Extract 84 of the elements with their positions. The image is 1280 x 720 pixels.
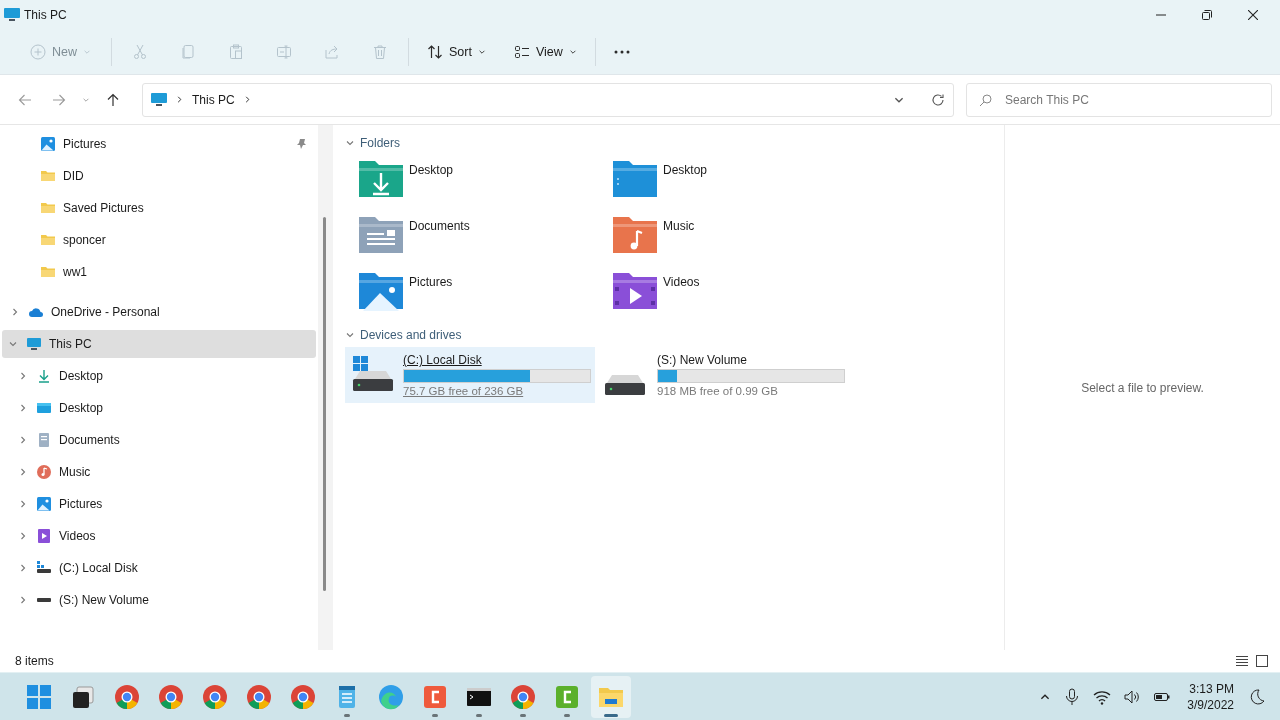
start-icon bbox=[25, 682, 53, 711]
folder-icon bbox=[40, 232, 56, 248]
pictures-icon bbox=[36, 496, 52, 512]
browser-icon bbox=[157, 682, 185, 711]
drive-space-text: 918 MB free of 0.99 GB bbox=[657, 385, 779, 397]
drive-icon bbox=[605, 375, 645, 395]
pictures-folder-icon bbox=[357, 271, 405, 311]
window-title: This PC bbox=[24, 8, 68, 22]
desktop-icon bbox=[36, 400, 52, 416]
tree-item[interactable]: Pictures bbox=[4, 488, 316, 520]
drive-tile[interactable]: (S:) New Volume 918 MB free of 0.99 GB bbox=[599, 347, 849, 403]
browser-icon bbox=[201, 682, 229, 711]
tree-item[interactable]: (S:) New Volume bbox=[4, 584, 316, 616]
moon-icon bbox=[1248, 687, 1266, 706]
caret-icon bbox=[477, 48, 486, 56]
tree-item[interactable]: OneDrive - Personal bbox=[4, 296, 316, 328]
section-header[interactable]: Folders bbox=[345, 131, 1004, 155]
browser-icon bbox=[245, 682, 273, 711]
folder-item[interactable]: Pictures bbox=[357, 267, 611, 323]
tree-item[interactable]: sponcer bbox=[4, 224, 316, 256]
list-icon bbox=[1235, 654, 1249, 668]
download-icon bbox=[36, 368, 52, 384]
forward-icon bbox=[52, 92, 66, 107]
close-icon bbox=[1248, 10, 1258, 20]
chevron-icon bbox=[175, 95, 184, 104]
drive-tile[interactable]: (C:) Local Disk 75.7 GB free of 236 GB bbox=[345, 347, 595, 403]
computer-icon bbox=[26, 336, 42, 352]
tree-item[interactable]: Desktop bbox=[4, 360, 316, 392]
pin-icon bbox=[296, 138, 308, 150]
chevron-icon bbox=[345, 330, 355, 340]
edge-icon bbox=[377, 682, 405, 711]
tree-item[interactable]: Saved Pictures bbox=[4, 192, 316, 224]
drive-icon bbox=[37, 598, 51, 602]
browser-icon bbox=[509, 682, 537, 711]
tree-item[interactable]: This PC bbox=[2, 330, 316, 358]
folder-icon bbox=[40, 200, 56, 216]
folder-item[interactable]: Desktop bbox=[611, 155, 865, 211]
caret-icon bbox=[83, 48, 91, 56]
caret-icon bbox=[568, 48, 577, 56]
back-icon bbox=[18, 92, 32, 107]
folder-item[interactable]: Videos bbox=[611, 267, 865, 323]
search-icon bbox=[979, 93, 992, 107]
drive-icon bbox=[36, 560, 52, 576]
chevron-icon bbox=[345, 138, 355, 148]
folder-item[interactable]: Desktop bbox=[357, 155, 611, 211]
folder-item[interactable]: Documents bbox=[357, 211, 611, 267]
tree-item[interactable]: Music bbox=[4, 456, 316, 488]
computer-icon bbox=[151, 92, 167, 107]
clock-date: 3/9/2022 bbox=[1187, 696, 1234, 713]
drive-name: (C:) Local Disk bbox=[403, 353, 483, 367]
refresh-icon bbox=[931, 92, 945, 107]
tree-item[interactable]: Videos bbox=[4, 520, 316, 552]
videos-icon bbox=[36, 528, 52, 544]
tree-item[interactable]: ww1 bbox=[4, 256, 316, 288]
browser-icon bbox=[289, 682, 317, 711]
tree-item[interactable]: Pictures bbox=[4, 128, 316, 160]
address-bar[interactable]: This PC bbox=[142, 82, 954, 117]
drive-space-text: 75.7 GB free of 236 GB bbox=[403, 385, 525, 397]
tiles-icon bbox=[1255, 654, 1269, 668]
restore-icon bbox=[1202, 10, 1212, 20]
search-field[interactable]: Search This PC bbox=[966, 82, 1272, 117]
view-button[interactable]: View bbox=[499, 35, 591, 69]
computer-icon bbox=[4, 8, 20, 22]
scrollbar-thumb[interactable] bbox=[323, 217, 326, 591]
clock[interactable]: 3:13 PM 3/9/2022 bbox=[1187, 680, 1234, 713]
sort-button[interactable]: Sort bbox=[413, 35, 500, 69]
preview-message: Select a file to preview. bbox=[1081, 380, 1204, 395]
music-icon bbox=[36, 464, 52, 480]
pictures-icon bbox=[40, 136, 56, 152]
folder-icon bbox=[40, 168, 56, 184]
browser-icon bbox=[113, 682, 141, 711]
item-count: 8 items bbox=[15, 654, 55, 668]
folder-item[interactable]: Music bbox=[611, 211, 865, 267]
tree-item[interactable]: Desktop bbox=[4, 392, 316, 424]
section-header[interactable]: Devices and drives bbox=[345, 323, 1004, 347]
up-icon bbox=[106, 92, 120, 107]
tree-item[interactable]: (C:) Local Disk bbox=[4, 552, 316, 584]
documents-icon bbox=[36, 432, 52, 448]
folder-icon bbox=[40, 264, 56, 280]
breadcrumb-item[interactable]: This PC bbox=[192, 92, 235, 107]
drive-name: (S:) New Volume bbox=[657, 353, 749, 367]
tree-item[interactable]: DID bbox=[4, 160, 316, 192]
tree-item[interactable]: Documents bbox=[4, 424, 316, 456]
clock-time: 3:13 PM bbox=[1189, 680, 1234, 697]
